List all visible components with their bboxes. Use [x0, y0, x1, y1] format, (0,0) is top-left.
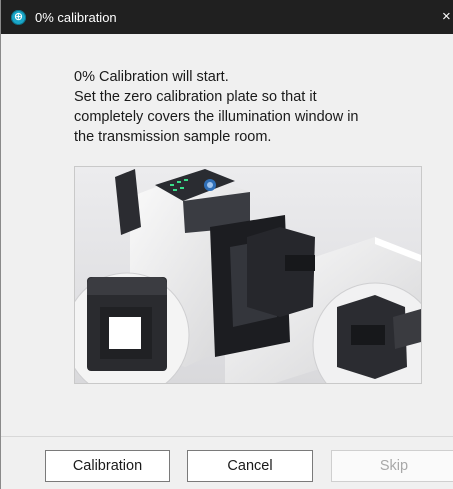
close-icon[interactable]: × [442, 7, 453, 27]
calibration-button[interactable]: Calibration [45, 450, 170, 482]
cancel-button[interactable]: Cancel [187, 450, 313, 482]
instrument-illustration [74, 166, 422, 384]
spectrophotometer-image [75, 167, 421, 383]
message-line: 0% Calibration will start. [74, 69, 229, 85]
calibration-dialog: ⊕ 0% calibration × 0% Calibration will s… [0, 0, 453, 489]
instruction-message: 0% Calibration will start. Set the zero … [74, 67, 404, 147]
app-icon-glyph: ⊕ [13, 10, 24, 23]
app-icon: ⊕ [11, 9, 26, 25]
skip-button[interactable]: Skip [331, 450, 453, 482]
footer-divider [1, 436, 453, 437]
message-line: the transmission sample room. [74, 129, 272, 145]
message-line: Set the zero calibration plate so that i… [74, 89, 317, 105]
title-bar[interactable]: ⊕ 0% calibration × [1, 0, 453, 34]
message-line: completely covers the illumination windo… [74, 109, 359, 125]
window-title: 0% calibration [35, 9, 117, 25]
